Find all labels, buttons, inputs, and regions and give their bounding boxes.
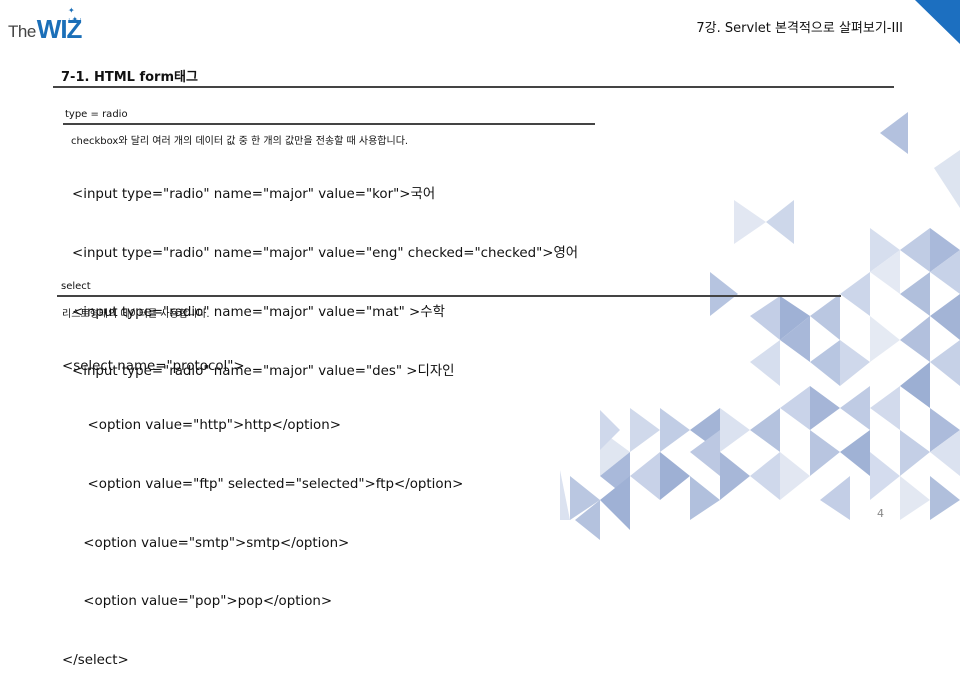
- select-divider: [57, 295, 841, 297]
- logo-prefix: The: [8, 22, 36, 41]
- code-line: <select name="protocol">: [62, 359, 245, 375]
- code-line: <option value="smtp">smtp</option>: [62, 535, 350, 551]
- code-line: <option value="http">http</option>: [62, 417, 341, 433]
- select-label: select: [61, 281, 91, 292]
- code-line: <option value="ftp" selected="selected">…: [62, 476, 464, 492]
- slide-header-title: 7강. Servlet 본격적으로 살펴보기-III: [696, 21, 903, 36]
- select-code-block: <select name="protocol"> <option value="…: [62, 318, 463, 690]
- section-divider: [53, 86, 894, 88]
- page-number: 4: [877, 507, 884, 520]
- corner-accent: [915, 0, 960, 44]
- radio-description: checkbox와 달리 여러 개의 데이터 값 중 한 개의 값만을 전송할 …: [71, 136, 409, 147]
- section-title: 7-1. HTML form태그: [61, 70, 198, 85]
- triangle-decoration: [560, 112, 960, 540]
- code-line: <input type="radio" name="major" value="…: [72, 245, 579, 261]
- code-line: <option value="pop">pop</option>: [62, 594, 333, 610]
- code-line: </select>: [62, 653, 129, 669]
- the-wiz-logo: The WIZ ✦ ·✦·: [8, 6, 82, 42]
- logo-sparkle-icon: ✦ ·✦·: [68, 6, 83, 24]
- radio-label: type = radio: [65, 109, 128, 120]
- radio-divider: [63, 123, 595, 125]
- code-line: <input type="radio" name="major" value="…: [72, 187, 436, 203]
